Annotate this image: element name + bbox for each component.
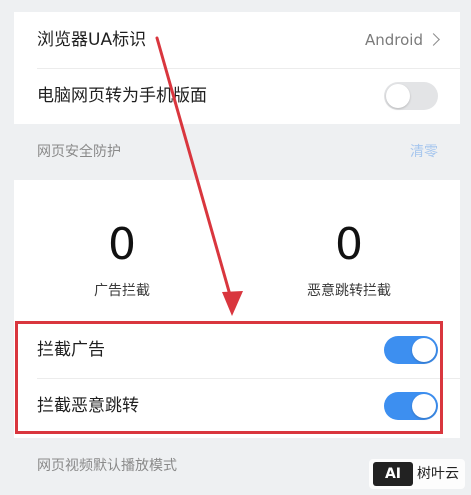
video-section-title: 网页视频默认播放模式 (37, 458, 177, 474)
ad-block-stat: 0 广告拦截 (42, 220, 202, 300)
redirect-block-stat: 0 恶意跳转拦截 (269, 220, 429, 300)
watermark-name: 树叶云 (417, 466, 459, 482)
ua-value-text: Android (365, 31, 423, 49)
watermark-logo: AI 树叶云 (369, 459, 465, 489)
ua-setting-row[interactable]: 浏览器UA标识 Android (14, 12, 460, 68)
redirect-block-count: 0 (335, 219, 363, 270)
block-ads-toggle[interactable] (384, 336, 438, 364)
clear-button[interactable]: 清零 (410, 124, 438, 180)
watermark-badge: AI (373, 462, 413, 486)
toggle-knob (386, 84, 410, 108)
block-redirect-row: 拦截恶意跳转 (14, 378, 460, 434)
block-redirect-label: 拦截恶意跳转 (37, 396, 139, 416)
top-settings-card: 浏览器UA标识 Android 电脑网页转为手机版面 (14, 12, 460, 124)
security-section-title: 网页安全防护 (37, 144, 121, 160)
block-redirect-toggle[interactable] (384, 392, 438, 420)
desktop-to-mobile-toggle[interactable] (384, 82, 438, 110)
security-card: 0 广告拦截 0 恶意跳转拦截 拦截广告 拦截恶意跳转 (14, 180, 460, 438)
redirect-block-caption: 恶意跳转拦截 (307, 283, 391, 299)
toggle-knob (412, 394, 436, 418)
ad-block-count: 0 (108, 219, 136, 270)
ua-setting-value[interactable]: Android (365, 12, 440, 68)
security-section-header: 网页安全防护 清零 (14, 124, 460, 180)
chevron-right-icon (427, 33, 440, 46)
desktop-to-mobile-label: 电脑网页转为手机版面 (37, 86, 207, 106)
block-ads-label: 拦截广告 (37, 340, 105, 360)
block-ads-row: 拦截广告 (14, 322, 460, 378)
ua-setting-label: 浏览器UA标识 (37, 30, 147, 50)
desktop-to-mobile-row: 电脑网页转为手机版面 (14, 68, 460, 124)
toggle-knob (412, 338, 436, 362)
ad-block-caption: 广告拦截 (94, 283, 150, 299)
